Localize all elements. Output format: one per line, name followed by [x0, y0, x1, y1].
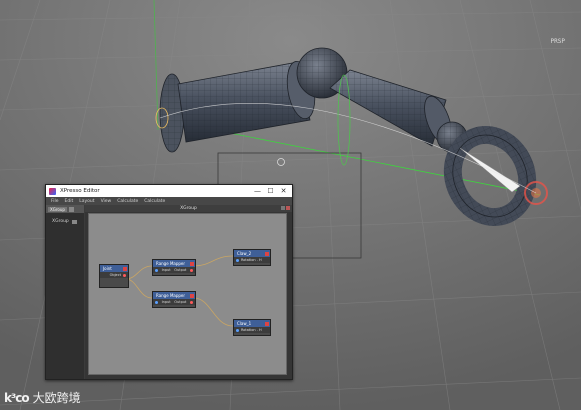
port-out-dot[interactable] — [123, 273, 126, 277]
node-icon — [265, 251, 269, 256]
node-title: Range Mapper — [156, 293, 186, 298]
port-out-dot[interactable] — [189, 300, 193, 304]
menu-calculate-2[interactable]: Calculate — [144, 199, 165, 204]
app-icon — [49, 187, 56, 195]
node-icon — [190, 261, 194, 266]
xpresso-editor-window[interactable]: XPresso Editor — ☐ ✕ File Edit Layout Vi… — [45, 184, 293, 380]
port-label: Object — [109, 273, 121, 277]
port-in-label: Input — [161, 268, 171, 272]
graph-title: XGroup — [180, 206, 197, 211]
port-in-dot[interactable] — [155, 268, 158, 272]
graph-settings-icon[interactable] — [281, 206, 285, 210]
menu-bar: File Edit Layout View Calculate Calculat… — [46, 197, 292, 205]
window-titlebar[interactable]: XPresso Editor — ☐ ✕ — [46, 185, 292, 197]
graph-header: XGroup — [85, 205, 292, 212]
node-joint-icon — [123, 266, 127, 271]
port-out-dot[interactable] — [189, 268, 193, 272]
watermark: k³co 大欧跨境 — [4, 389, 81, 406]
node-icon — [190, 293, 194, 298]
node-icon — [265, 321, 269, 326]
close-button[interactable]: ✕ — [277, 185, 290, 197]
port-in-dot[interactable] — [236, 328, 239, 332]
port-in-dot[interactable] — [236, 258, 239, 262]
node-joint[interactable]: Joint Object — [99, 264, 129, 288]
node-title: Joint — [103, 266, 112, 271]
window-title: XPresso Editor — [60, 188, 100, 194]
viewport-badge: PRSP — [550, 38, 565, 45]
node-range-mapper-1[interactable]: Range Mapper Input Output — [152, 259, 196, 276]
watermark-logo: k³co — [4, 390, 30, 405]
pin-icon[interactable] — [68, 206, 74, 212]
node-claw-2[interactable]: Claw_2 Rotation . H — [233, 249, 271, 266]
xgroup-icon — [71, 219, 77, 224]
tree-item-label: XGroup — [52, 219, 69, 224]
menu-calculate[interactable]: Calculate — [117, 199, 138, 204]
port-in-dot[interactable] — [155, 300, 158, 304]
port-in-label: Rotation . H — [241, 328, 262, 332]
port-out-label: Output — [174, 268, 187, 272]
menu-edit[interactable]: Edit — [65, 199, 74, 204]
watermark-text: 大欧跨境 — [32, 391, 81, 405]
graph-close-icon[interactable] — [286, 206, 290, 210]
port-in-label: Rotation . H — [241, 258, 262, 262]
node-claw-1[interactable]: Claw_1 Rotation . H — [233, 319, 271, 336]
node-title: Claw_2 — [237, 251, 252, 256]
node-graph-canvas[interactable]: Joint Object Range Mapper Input Output R… — [88, 213, 287, 375]
node-range-mapper-2[interactable]: Range Mapper Input Output — [152, 291, 196, 308]
tab-xgroup[interactable]: XGroup — [48, 206, 67, 212]
tree-item-xgroup[interactable]: XGroup — [46, 219, 84, 224]
node-editor-panel: XGroup Joint Object Range Mapper Input O… — [85, 205, 292, 379]
xgroup-tree-panel: XGroup XGroup — [46, 205, 84, 379]
maximize-button[interactable]: ☐ — [264, 185, 277, 197]
node-title: Claw_1 — [237, 321, 252, 326]
menu-file[interactable]: File — [51, 199, 59, 204]
port-out-label: Output — [174, 300, 187, 304]
node-title: Range Mapper — [156, 261, 186, 266]
port-in-label: Input — [161, 300, 171, 304]
menu-view[interactable]: View — [101, 199, 112, 204]
minimize-button[interactable]: — — [251, 185, 264, 197]
menu-layout[interactable]: Layout — [79, 199, 94, 204]
